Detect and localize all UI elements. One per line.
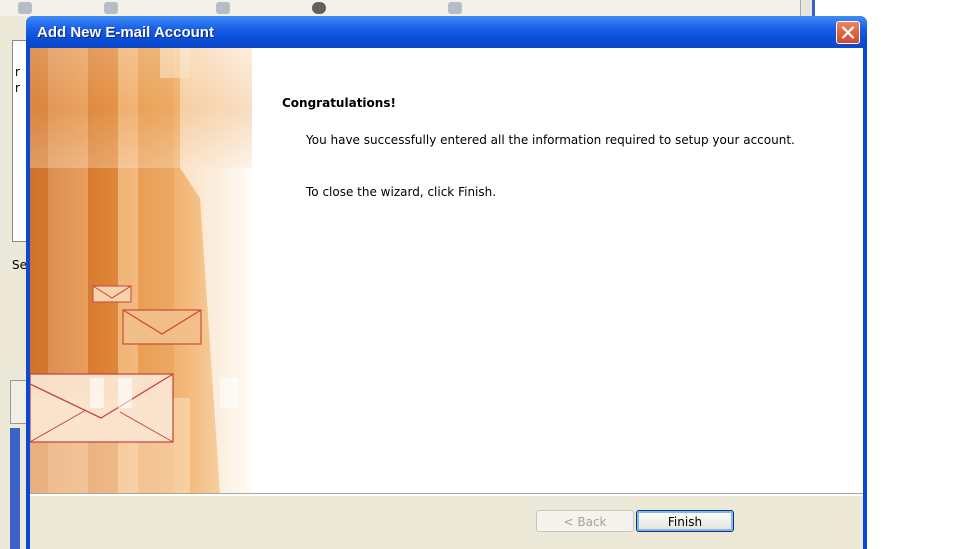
wizard-content-pane: Congratulations! You have successfully e… xyxy=(252,48,863,493)
title-bar[interactable]: Add New E-mail Account xyxy=(26,16,867,48)
toolbar-icon xyxy=(448,2,462,14)
close-button[interactable] xyxy=(836,21,860,44)
close-icon xyxy=(841,26,855,39)
page-heading: Congratulations! xyxy=(282,96,396,110)
toolbar-icon xyxy=(18,2,32,14)
dialog-title: Add New E-mail Account xyxy=(37,24,214,41)
list-item: r xyxy=(15,65,20,79)
background-window-toolbar xyxy=(0,0,812,16)
envelope-art-image xyxy=(30,48,252,493)
list-item: r xyxy=(15,81,20,95)
back-button[interactable]: < Back xyxy=(536,510,634,532)
instruction-message: To close the wizard, click Finish. xyxy=(306,185,497,199)
dialog-body: Congratulations! You have successfully e… xyxy=(30,48,863,549)
success-message: You have successfully entered all the in… xyxy=(306,133,795,147)
finish-button[interactable]: Finish xyxy=(636,510,734,532)
toolbar-icon xyxy=(104,2,118,14)
background-window-frame xyxy=(10,428,20,549)
wizard-side-art xyxy=(30,48,252,493)
toolbar-icon xyxy=(312,2,326,14)
background-label: Se xyxy=(12,258,27,272)
button-area-divider xyxy=(30,493,863,496)
add-email-account-dialog: Add New E-mail Account Congratulations! … xyxy=(26,16,867,549)
background-window-border xyxy=(812,0,815,16)
toolbar-icon xyxy=(216,2,230,14)
